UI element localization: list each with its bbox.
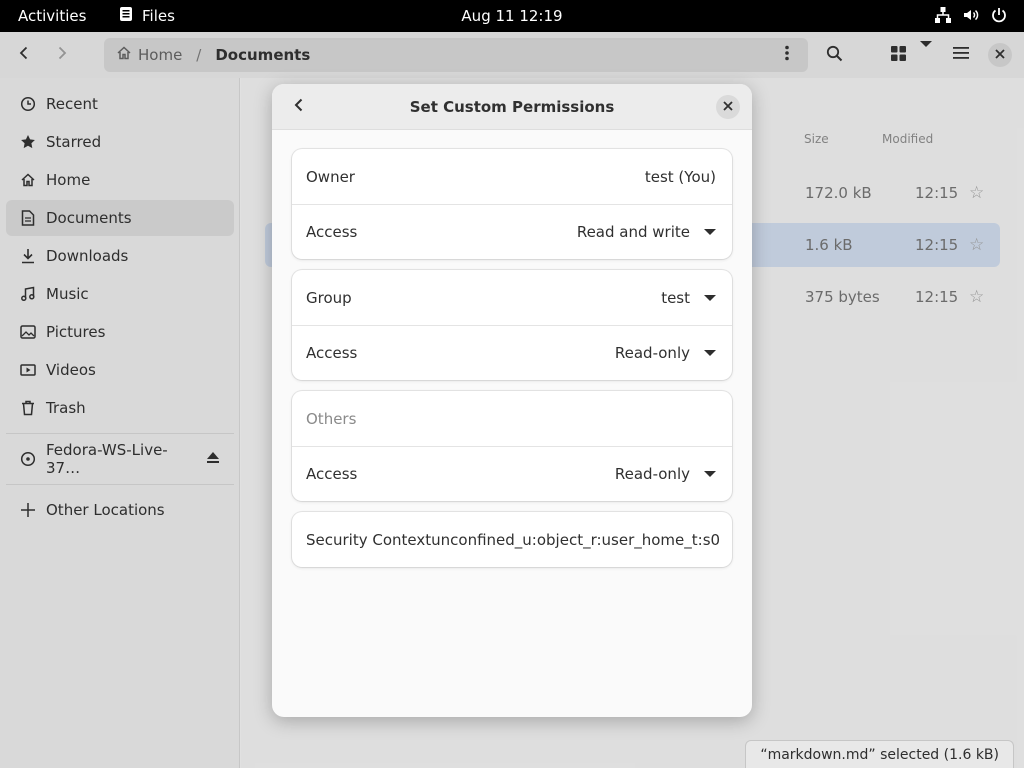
chevron-down-icon: [704, 350, 716, 356]
others-access-value: Read-only: [614, 465, 690, 483]
others-card: Others Access Read-only: [292, 391, 732, 501]
others-access-dropdown[interactable]: Read-only: [615, 465, 716, 483]
group-row[interactable]: Group test: [292, 270, 732, 325]
owner-row: Owner test (You): [292, 149, 732, 204]
files-app-icon: [118, 6, 134, 26]
dialog-header: Set Custom Permissions: [272, 84, 752, 130]
group-access-value: Read-only: [614, 344, 690, 362]
others-label: Others: [306, 409, 357, 428]
group-card: Group test Access Read-only: [292, 270, 732, 380]
group-access-row[interactable]: Access Read-only: [292, 325, 732, 380]
security-context-label: Security Context: [306, 530, 432, 549]
activities-button[interactable]: Activities: [18, 7, 86, 25]
owner-label: Owner: [306, 167, 355, 186]
others-access-label: Access: [306, 465, 358, 483]
owner-access-row[interactable]: Access Read and write: [292, 204, 732, 259]
group-dropdown[interactable]: test: [661, 289, 716, 307]
app-name: Files: [142, 7, 175, 25]
top-bar: Activities Files Aug 11 12:19: [0, 0, 1024, 32]
chevron-down-icon: [704, 229, 716, 235]
volume-icon: [962, 6, 980, 28]
system-menu[interactable]: [934, 6, 1008, 28]
network-icon: [934, 6, 952, 28]
clock[interactable]: Aug 11 12:19: [461, 7, 562, 25]
chevron-down-icon: [704, 294, 716, 301]
app-menu[interactable]: Files: [118, 6, 175, 26]
owner-card: Owner test (You) Access Read and write: [292, 149, 732, 259]
others-access-row[interactable]: Access Read-only: [292, 446, 732, 501]
close-icon: [723, 99, 733, 115]
security-context-row: Security Context unconfined_u:object_r:u…: [292, 512, 732, 567]
group-access-label: Access: [306, 344, 358, 362]
owner-value: test (You): [644, 167, 716, 186]
chevron-down-icon: [704, 471, 716, 477]
others-row: Others: [292, 391, 732, 446]
owner-access-dropdown[interactable]: Read and write: [577, 223, 716, 241]
owner-access-value: Read and write: [576, 223, 690, 241]
group-label: Group: [306, 288, 352, 307]
permissions-dialog: Set Custom Permissions Owner test (You) …: [272, 84, 752, 717]
dialog-close-button[interactable]: [716, 95, 740, 119]
security-context-card: Security Context unconfined_u:object_r:u…: [292, 512, 732, 567]
security-context-value: unconfined_u:object_r:user_home_t:s0: [431, 530, 721, 549]
group-value: test: [661, 288, 690, 307]
dialog-title: Set Custom Permissions: [409, 98, 615, 116]
owner-access-label: Access: [306, 223, 358, 241]
power-icon: [990, 6, 1008, 28]
group-access-dropdown[interactable]: Read-only: [615, 344, 716, 362]
